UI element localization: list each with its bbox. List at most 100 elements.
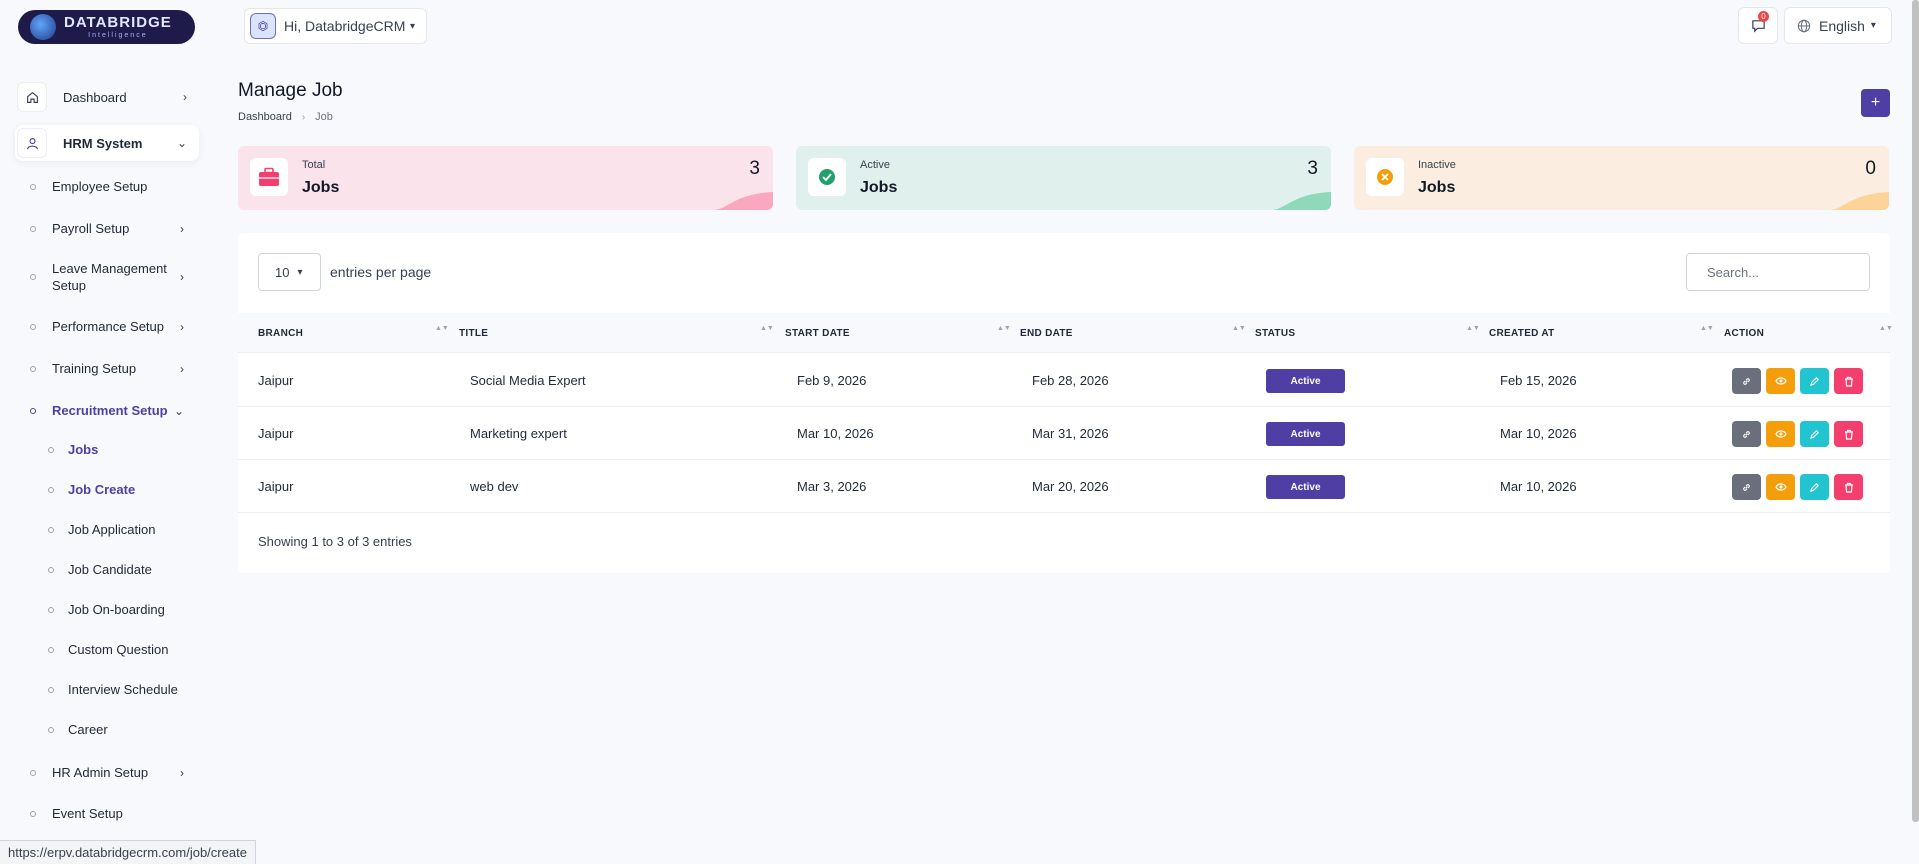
sort-icon: ▲▼ — [1700, 325, 1714, 332]
edit-button[interactable] — [1800, 368, 1829, 394]
stat-value: 3 — [1307, 158, 1318, 179]
sidebar-item-performance-setup[interactable]: Performance Setup › — [30, 318, 200, 335]
stat-value: 0 — [1865, 158, 1876, 179]
column-header-status[interactable]: STATUS — [1255, 313, 1295, 353]
edit-button[interactable] — [1800, 474, 1829, 500]
sidebar-item-training-setup[interactable]: Training Setup › — [30, 360, 200, 377]
bullet-icon — [48, 686, 54, 693]
sort-icon: ▲▼ — [435, 325, 449, 332]
entries-per-page-select[interactable]: 10 ▾ — [258, 253, 321, 291]
sidebar-subitem-career[interactable]: Career — [48, 722, 198, 737]
bullet-icon — [48, 566, 54, 573]
status-badge: Active — [1266, 475, 1345, 499]
user-menu-button[interactable]: ⏣ Hi, DatabridgeCRM! ▾ — [244, 8, 427, 44]
link-button[interactable] — [1732, 421, 1761, 447]
eye-icon — [1774, 483, 1787, 491]
chevron-right-icon: › — [180, 221, 184, 236]
language-selector[interactable]: English ▾ — [1784, 7, 1892, 44]
bullet-icon — [30, 407, 36, 414]
sidebar-subitem-custom-question[interactable]: Custom Question — [48, 642, 198, 657]
sidebar-item-label: Custom Question — [68, 642, 169, 657]
sidebar-item-leave-management-setup[interactable]: Leave Management Setup › — [30, 260, 200, 294]
sidebar: DATABRIDGE Intelligence Dashboard › HRM … — [0, 0, 220, 864]
trash-icon — [1844, 482, 1853, 493]
chevron-right-icon: › — [180, 319, 184, 334]
chevron-right-icon: › — [301, 111, 306, 123]
sidebar-item-payroll-setup[interactable]: Payroll Setup › — [30, 220, 200, 237]
bullet-icon — [48, 606, 54, 613]
sidebar-item-event-setup[interactable]: Event Setup — [30, 805, 200, 822]
column-header-title[interactable]: TITLE — [459, 313, 488, 353]
search-input[interactable] — [1686, 253, 1870, 291]
brand-name: DATABRIDGE — [64, 14, 172, 31]
bullet-icon — [30, 810, 36, 817]
view-button[interactable] — [1766, 368, 1795, 394]
brand-logo[interactable]: DATABRIDGE Intelligence — [18, 10, 195, 44]
brand-tagline: Intelligence — [88, 32, 148, 39]
sidebar-subitem-job-candidate[interactable]: Job Candidate — [48, 562, 198, 577]
stat-label: Jobs — [302, 179, 340, 196]
status-badge: Active — [1266, 422, 1345, 446]
cell-title: web dev — [470, 479, 519, 494]
jobs-table-card: 10 ▾ entries per page BRANCH ▲▼ TITLE ▲▼… — [238, 233, 1893, 573]
add-job-button[interactable]: + — [1861, 89, 1890, 117]
sort-icon: ▲▼ — [760, 325, 774, 332]
edit-button[interactable] — [1800, 421, 1829, 447]
notification-badge: 0 — [1758, 11, 1769, 22]
delete-button[interactable] — [1834, 474, 1863, 500]
user-icon — [17, 128, 47, 158]
sidebar-item-label: Interview Schedule — [68, 682, 178, 697]
cell-title: Social Media Expert — [470, 373, 586, 388]
chevron-down-icon: ▾ — [410, 20, 416, 32]
chevron-right-icon: › — [180, 765, 184, 780]
sidebar-item-employee-setup[interactable]: Employee Setup — [30, 178, 200, 195]
link-button[interactable] — [1732, 474, 1761, 500]
stat-caption: Total — [302, 159, 326, 171]
delete-button[interactable] — [1834, 421, 1863, 447]
cell-created-at: Feb 15, 2026 — [1500, 373, 1577, 388]
chevron-down-icon: ▾ — [1870, 20, 1876, 31]
pencil-icon — [1809, 376, 1819, 386]
view-button[interactable] — [1766, 474, 1795, 500]
bullet-icon — [30, 769, 36, 776]
column-header-start-date[interactable]: START DATE — [785, 313, 850, 353]
breadcrumb-dashboard[interactable]: Dashboard — [238, 111, 292, 123]
link-button[interactable] — [1732, 368, 1761, 394]
brand-mark-icon — [30, 14, 56, 40]
stat-card-inactive: Inactive Jobs 0 — [1354, 146, 1889, 210]
sidebar-subitem-job-application[interactable]: Job Application — [48, 522, 198, 537]
stat-decoration — [713, 192, 773, 210]
sidebar-item-label: Performance Setup — [52, 319, 165, 334]
sidebar-item-label: Dashboard — [63, 89, 127, 105]
sidebar-subitem-job-create[interactable]: Job Create — [48, 482, 198, 497]
sidebar-item-dashboard[interactable]: Dashboard › — [15, 79, 199, 115]
sidebar-item-label: Payroll Setup — [52, 221, 130, 236]
sidebar-item-label: Career — [68, 722, 108, 737]
view-button[interactable] — [1766, 421, 1795, 447]
sidebar-item-label: Employee Setup — [52, 179, 148, 194]
cell-created-at: Mar 10, 2026 — [1500, 426, 1577, 441]
cell-created-at: Mar 10, 2026 — [1500, 479, 1577, 494]
sidebar-subitem-jobs[interactable]: Jobs — [48, 442, 198, 457]
delete-button[interactable] — [1834, 368, 1863, 394]
trash-icon — [1844, 429, 1853, 440]
page-title: Manage Job — [238, 80, 343, 101]
bullet-icon — [30, 365, 36, 372]
sidebar-subitem-job-onboarding[interactable]: Job On-boarding — [48, 602, 198, 617]
column-header-end-date[interactable]: END DATE — [1020, 313, 1073, 353]
column-header-branch[interactable]: BRANCH — [258, 313, 303, 353]
bullet-icon — [30, 274, 36, 280]
sidebar-item-label: Event Setup — [52, 806, 123, 821]
bullet-icon — [48, 486, 54, 493]
eye-icon — [1774, 377, 1787, 385]
sidebar-subitem-interview-schedule[interactable]: Interview Schedule — [48, 682, 198, 697]
status-badge: Active — [1266, 369, 1345, 393]
sidebar-item-recruitment-setup[interactable]: Recruitment Setup ⌄ — [30, 402, 200, 419]
stat-decoration — [1829, 192, 1889, 210]
column-header-created-at[interactable]: CREATED AT — [1489, 313, 1555, 353]
sidebar-item-hr-admin-setup[interactable]: HR Admin Setup › — [30, 764, 200, 781]
scrollbar[interactable] — [1912, 0, 1919, 822]
sidebar-item-hrm-system[interactable]: HRM System ⌄ — [15, 125, 199, 161]
stat-label: Jobs — [860, 179, 898, 196]
notification-button[interactable]: 0 — [1738, 7, 1778, 44]
